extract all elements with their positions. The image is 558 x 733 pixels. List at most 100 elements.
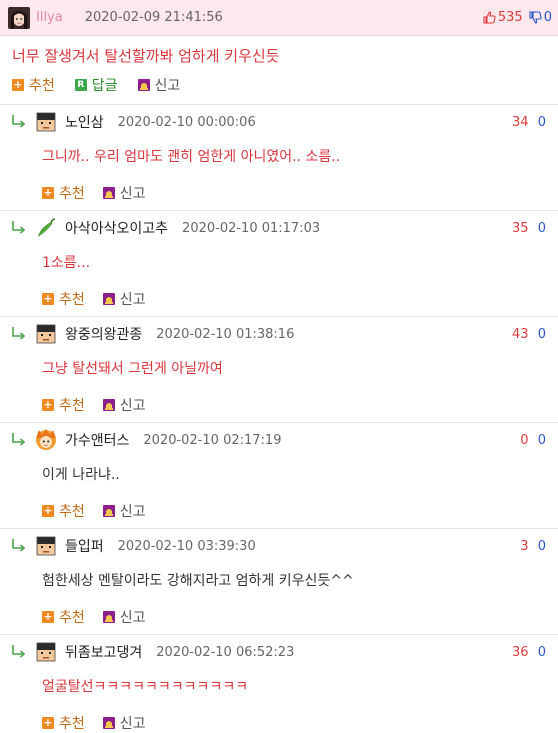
comment-date: 2020-02-10 00:00:06 — [117, 114, 256, 130]
commenter-name[interactable]: 뒤좀보고댕겨 — [65, 642, 142, 662]
comment-votes: 43 0 — [512, 327, 546, 342]
recommend-label: 추천 — [59, 185, 85, 202]
plus-icon: + — [42, 291, 54, 305]
pixel-man-icon — [34, 110, 58, 134]
comment-header: 왕중의왕관종 2020-02-10 01:38:16 43 0 — [0, 317, 558, 351]
report-label: 신고 — [119, 715, 146, 732]
comment-item: 왕중의왕관종 2020-02-10 01:38:16 43 0 그냥 탈선돼서 … — [0, 316, 558, 422]
post-title: 너무 잘생겨서 탈선할까봐 엄하게 키우신듯 — [12, 47, 280, 65]
report-button[interactable]: 신고 — [102, 607, 146, 627]
plus-icon: + — [42, 503, 54, 517]
post-down-count: 0 — [543, 10, 552, 25]
plus-icon: + — [42, 715, 54, 729]
commenter-name[interactable]: 가수앤터스 — [65, 430, 129, 450]
comment-text: 험한세상 멘탈이라도 강해지라고 엄하게 키우신듯^^ — [42, 573, 354, 589]
comment-actions: + 추천 신고 — [0, 705, 558, 733]
comment-item: 아삭아삭오이고추 2020-02-10 01:17:03 35 0 1소름...… — [0, 210, 558, 316]
comment-header: 가수앤터스 2020-02-10 02:17:19 0 0 — [0, 423, 558, 457]
recommend-label: 추천 — [59, 609, 85, 626]
comment-text: 이게 나라냐.. — [42, 467, 120, 483]
post-up-count: 535 — [497, 10, 523, 25]
comment-item: 뒤좀보고댕겨 2020-02-10 06:52:23 36 0 얼굴탈선ㅋㅋㅋㅋ… — [0, 634, 558, 733]
report-button[interactable]: 신고 — [102, 395, 146, 415]
comment-text: 그니까.. 우리 엄마도 괜히 엄한게 아니였어.. 소름.. — [42, 149, 341, 165]
comment-votes: 3 0 — [520, 539, 546, 554]
author-avatar[interactable] — [8, 6, 30, 29]
recommend-button[interactable]: + 추천 — [42, 183, 85, 203]
siren-icon — [102, 610, 115, 623]
pixel-man-icon — [34, 640, 58, 664]
comment-date: 2020-02-10 02:17:19 — [143, 432, 282, 448]
reply-arrow-icon — [12, 645, 26, 658]
recommend-label: 추천 — [59, 715, 85, 732]
recommend-button[interactable]: + 추천 — [42, 607, 85, 627]
comment-down-count: 0 — [537, 538, 546, 554]
comment-item: 들입퍼 2020-02-10 03:39:30 3 0 험한세상 멘탈이라도 강… — [0, 528, 558, 634]
post-votes: 535 0 — [479, 10, 552, 25]
report-button[interactable]: 신고 — [137, 75, 181, 95]
commenter-avatar[interactable] — [34, 110, 65, 134]
pixel-man-icon — [34, 322, 58, 346]
comment-header: 노인삼 2020-02-10 00:00:06 34 0 — [0, 105, 558, 139]
commenter-name[interactable]: 노인삼 — [65, 112, 104, 132]
comment-votes: 35 0 — [512, 221, 546, 236]
report-label: 신고 — [119, 291, 146, 308]
comment-down-count: 0 — [537, 114, 546, 130]
commenter-name[interactable]: 아삭아삭오이고추 — [65, 218, 168, 238]
report-label: 신고 — [154, 78, 181, 94]
siren-icon — [102, 504, 115, 517]
recommend-button[interactable]: + 추천 — [42, 289, 85, 309]
recommend-button[interactable]: + 추천 — [42, 713, 85, 733]
plus-icon: + — [42, 185, 54, 199]
recommend-label: 추천 — [59, 397, 85, 414]
thumbs-up-icon[interactable] — [483, 11, 496, 24]
post-date: 2020-02-09 21:41:56 — [84, 10, 223, 25]
comment-date: 2020-02-10 01:17:03 — [182, 220, 321, 236]
reply-label: 답글 — [91, 78, 118, 94]
report-label: 신고 — [119, 397, 146, 414]
recommend-button[interactable]: + 추천 — [42, 395, 85, 415]
commenter-avatar[interactable] — [34, 534, 65, 558]
report-button[interactable]: 신고 — [102, 289, 146, 309]
commenter-avatar[interactable] — [34, 640, 65, 664]
reply-button[interactable]: R 답글 — [74, 75, 118, 95]
comment-actions: + 추천 신고 — [0, 387, 558, 422]
siren-icon — [137, 79, 150, 91]
report-button[interactable]: 신고 — [102, 183, 146, 203]
report-button[interactable]: 신고 — [102, 713, 146, 733]
report-button[interactable]: 신고 — [102, 501, 146, 521]
commenter-name[interactable]: 왕중의왕관종 — [65, 324, 142, 344]
commenter-avatar[interactable] — [34, 322, 65, 346]
green-pepper-icon — [34, 216, 58, 240]
post-author-name[interactable]: Illya — [36, 10, 63, 25]
plus-icon: + — [12, 78, 24, 91]
comment-votes: 34 0 — [512, 115, 546, 130]
comment-up-count: 3 — [520, 538, 529, 554]
comment-down-count: 0 — [537, 220, 546, 236]
anime-face-icon — [34, 428, 58, 452]
comment-header: 아삭아삭오이고추 2020-02-10 01:17:03 35 0 — [0, 211, 558, 245]
recommend-button[interactable]: + 추천 — [12, 75, 55, 95]
recommend-button[interactable]: + 추천 — [42, 501, 85, 521]
commenter-avatar[interactable] — [34, 216, 65, 240]
post-actions: + 추천 R 답글 신고 — [0, 74, 558, 96]
comment-date: 2020-02-10 01:38:16 — [156, 326, 295, 342]
comment-text: 얼굴탈선ㅋㅋㅋㅋㅋㅋㅋㅋㅋㅋㅋㅋ — [42, 679, 249, 695]
recommend-label: 추천 — [29, 78, 55, 94]
comment-votes: 36 0 — [512, 645, 546, 660]
commenter-name[interactable]: 들입퍼 — [65, 536, 104, 556]
comment-up-count: 43 — [512, 326, 529, 342]
comment-down-count: 0 — [537, 644, 546, 660]
commenter-avatar[interactable] — [34, 428, 65, 452]
thumbs-down-icon[interactable] — [529, 11, 542, 24]
siren-icon — [102, 292, 115, 305]
comment-up-count: 35 — [512, 220, 529, 236]
comment-item: 가수앤터스 2020-02-10 02:17:19 0 0 이게 나라냐.. +… — [0, 422, 558, 528]
comment-date: 2020-02-10 03:39:30 — [117, 538, 256, 554]
siren-icon — [102, 186, 115, 199]
comment-actions: + 추천 신고 — [0, 175, 558, 210]
comment-actions: + 추천 신고 — [0, 599, 558, 634]
reply-arrow-icon — [12, 327, 26, 340]
pixel-man-icon — [34, 534, 58, 558]
report-label: 신고 — [119, 609, 146, 626]
